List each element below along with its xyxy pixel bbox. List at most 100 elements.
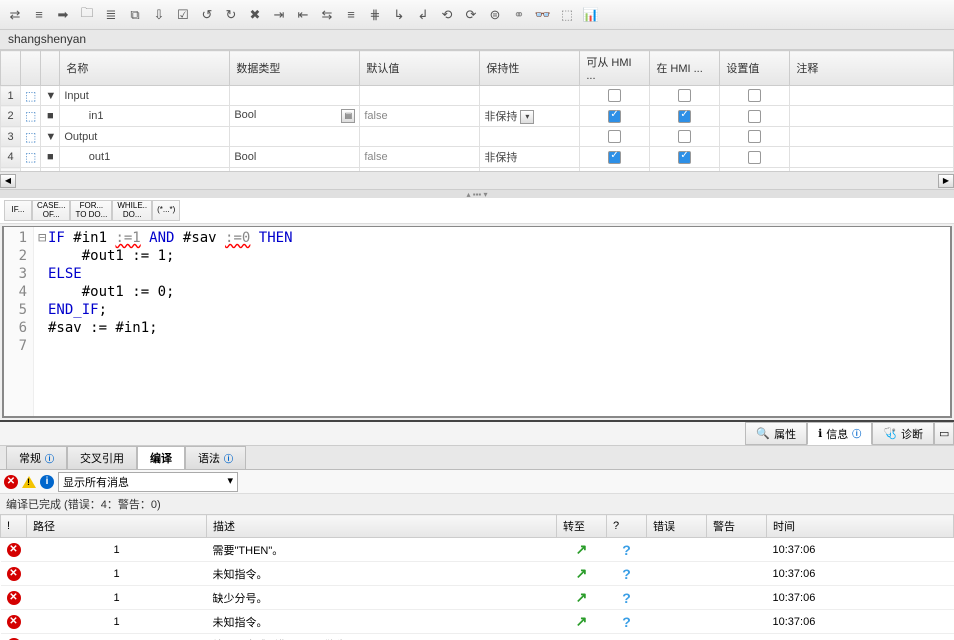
tb-btn-2[interactable]: ≡ <box>30 6 48 24</box>
tb-btn-9[interactable]: ↺ <box>198 6 216 24</box>
col-hold[interactable]: 保持性 <box>480 51 580 86</box>
code-template-button[interactable]: FOR...TO DO... <box>70 200 112 221</box>
message-row[interactable]: ✕1未知指令。↗?10:37:06 <box>1 610 954 634</box>
tab-info[interactable]: ℹ信息 ⓘ <box>807 422 872 445</box>
tb-btn-18[interactable]: ↲ <box>414 6 432 24</box>
scroll-left-icon[interactable]: ◀ <box>0 174 16 188</box>
filter-error-icon[interactable]: ✕ <box>4 475 18 489</box>
subtab-xref[interactable]: 交叉引用 <box>67 446 137 469</box>
col-setval[interactable]: 设置值 <box>720 51 790 86</box>
checkbox-icon[interactable] <box>608 89 621 102</box>
tb-btn-17[interactable]: ↳ <box>390 6 408 24</box>
message-row[interactable]: ✕1缺少分号。↗?10:37:06 <box>1 586 954 610</box>
message-row[interactable]: ✕1需要"THEN"。↗?10:37:06 <box>1 538 954 562</box>
filter-info-icon[interactable]: i <box>40 475 54 489</box>
checkbox-icon[interactable] <box>678 89 691 102</box>
tb-btn-20[interactable]: ⟳ <box>462 6 480 24</box>
col-hmi2[interactable]: 在 HMI ... <box>650 51 720 86</box>
col-name[interactable]: 名称 <box>60 51 230 86</box>
tb-btn-23[interactable]: 👓 <box>534 6 552 24</box>
checkbox-icon[interactable] <box>748 151 761 164</box>
code-template-button[interactable]: WHILE..DO... <box>112 200 152 221</box>
mcol-goto[interactable]: 转至 <box>557 515 607 538</box>
expander-icon[interactable]: ▼ <box>45 131 55 143</box>
scroll-right-icon[interactable]: ▶ <box>938 174 954 188</box>
col-type[interactable]: 数据类型 <box>230 51 360 86</box>
splitter[interactable]: ▴ ▪▪▪ ▾ <box>0 190 954 198</box>
tb-btn-7[interactable]: ⇩ <box>150 6 168 24</box>
checkbox-icon[interactable] <box>748 110 761 123</box>
checkbox-icon[interactable] <box>748 130 761 143</box>
type-picker-icon[interactable]: ▤ <box>341 109 355 123</box>
tb-btn-4[interactable]: 🗀 <box>78 6 96 24</box>
tb-btn-5[interactable]: ≣ <box>102 6 120 24</box>
help-icon[interactable]: ? <box>622 590 631 606</box>
message-row[interactable]: ✕1未知指令。↗?10:37:06 <box>1 562 954 586</box>
goto-icon[interactable]: ↗ <box>576 613 588 629</box>
tb-btn-24[interactable]: ⬚ <box>558 6 576 24</box>
expander-icon[interactable]: ■ <box>45 151 55 163</box>
tb-btn-1[interactable]: ⇄ <box>6 6 24 24</box>
interface-row[interactable]: 2⬚■ in1Bool ▤false非保持 ▾ <box>1 106 954 127</box>
tb-btn-12[interactable]: ⇥ <box>270 6 288 24</box>
tb-btn-14[interactable]: ⇆ <box>318 6 336 24</box>
checkbox-icon[interactable] <box>678 110 691 123</box>
checkbox-icon[interactable] <box>608 110 621 123</box>
tb-btn-6[interactable]: ⧉ <box>126 6 144 24</box>
checkbox-icon[interactable] <box>748 89 761 102</box>
subtab-compile[interactable]: 编译 <box>137 446 185 469</box>
mcol-path[interactable]: 路径 <box>27 515 207 538</box>
tab-properties[interactable]: 🔍属性 <box>745 422 807 445</box>
help-icon[interactable]: ? <box>622 542 631 558</box>
code-template-button[interactable]: (*...*) <box>152 200 180 221</box>
dropdown-icon[interactable]: ▾ <box>520 110 534 124</box>
tb-btn-10[interactable]: ↻ <box>222 6 240 24</box>
message-row[interactable]: ✕编译已完成 (错误：4：警告：0) <box>1 634 954 640</box>
tb-btn-21[interactable]: ⊜ <box>486 6 504 24</box>
mcol-err[interactable]: 错误 <box>647 515 707 538</box>
mcol-help[interactable]: ? <box>607 515 647 538</box>
tb-btn-22[interactable]: ⚭ <box>510 6 528 24</box>
h-scrollbar[interactable]: ◀ ▶ <box>0 171 954 189</box>
tb-btn-13[interactable]: ⇤ <box>294 6 312 24</box>
help-icon[interactable]: ? <box>622 566 631 582</box>
checkbox-icon[interactable] <box>678 151 691 164</box>
mcol-desc[interactable]: 描述 <box>207 515 557 538</box>
tab-diagnostics[interactable]: 🩺诊断 <box>872 422 934 445</box>
tb-btn-15[interactable]: ≡ <box>342 6 360 24</box>
subtab-general[interactable]: 常规 ⓘ <box>6 446 67 469</box>
col-hmi1[interactable]: 可从 HMI ... <box>580 51 650 86</box>
tb-btn-16[interactable]: ⋕ <box>366 6 384 24</box>
col-default[interactable]: 默认值 <box>360 51 480 86</box>
tb-btn-11[interactable]: ✖ <box>246 6 264 24</box>
help-icon[interactable]: ? <box>622 614 631 630</box>
tab-collapse[interactable]: ▭ <box>934 422 954 445</box>
expander-icon[interactable]: ■ <box>45 110 55 122</box>
interface-row[interactable]: 4⬚■ out1Boolfalse非保持 <box>1 147 954 168</box>
code-lines[interactable]: ⊟IF #in1 :=1 AND #sav :=0 THEN #out1 := … <box>34 227 950 416</box>
checkbox-icon[interactable] <box>608 130 621 143</box>
mcol-time[interactable]: 时间 <box>767 515 954 538</box>
code-template-button[interactable]: CASE...OF... <box>32 200 70 221</box>
tb-btn-25[interactable]: 📊 <box>582 6 600 24</box>
subtab-syntax[interactable]: 语法 ⓘ <box>185 446 246 469</box>
expander-icon[interactable]: ▼ <box>45 90 55 102</box>
fold-icon[interactable]: ⊟ <box>38 229 48 247</box>
goto-icon[interactable]: ↗ <box>576 589 588 605</box>
code-editor[interactable]: 1234567 ⊟IF #in1 :=1 AND #sav :=0 THEN #… <box>2 226 952 418</box>
tb-btn-8[interactable]: ☑ <box>174 6 192 24</box>
filter-dropdown[interactable]: 显示所有消息▾ <box>58 472 238 492</box>
code-template-button[interactable]: IF... <box>4 200 32 221</box>
checkbox-icon[interactable] <box>608 151 621 164</box>
mcol-icon[interactable]: ! <box>1 515 27 538</box>
interface-row[interactable]: 1⬚▼Input <box>1 86 954 106</box>
col-comment[interactable]: 注释 <box>790 51 954 86</box>
mcol-warn[interactable]: 警告 <box>707 515 767 538</box>
goto-icon[interactable]: ↗ <box>576 565 588 581</box>
interface-row[interactable]: 3⬚▼Output <box>1 127 954 147</box>
checkbox-icon[interactable] <box>678 130 691 143</box>
tb-btn-3[interactable]: ➡ <box>54 6 72 24</box>
filter-warn-icon[interactable] <box>22 476 36 488</box>
tb-btn-19[interactable]: ⟲ <box>438 6 456 24</box>
goto-icon[interactable]: ↗ <box>576 541 588 557</box>
